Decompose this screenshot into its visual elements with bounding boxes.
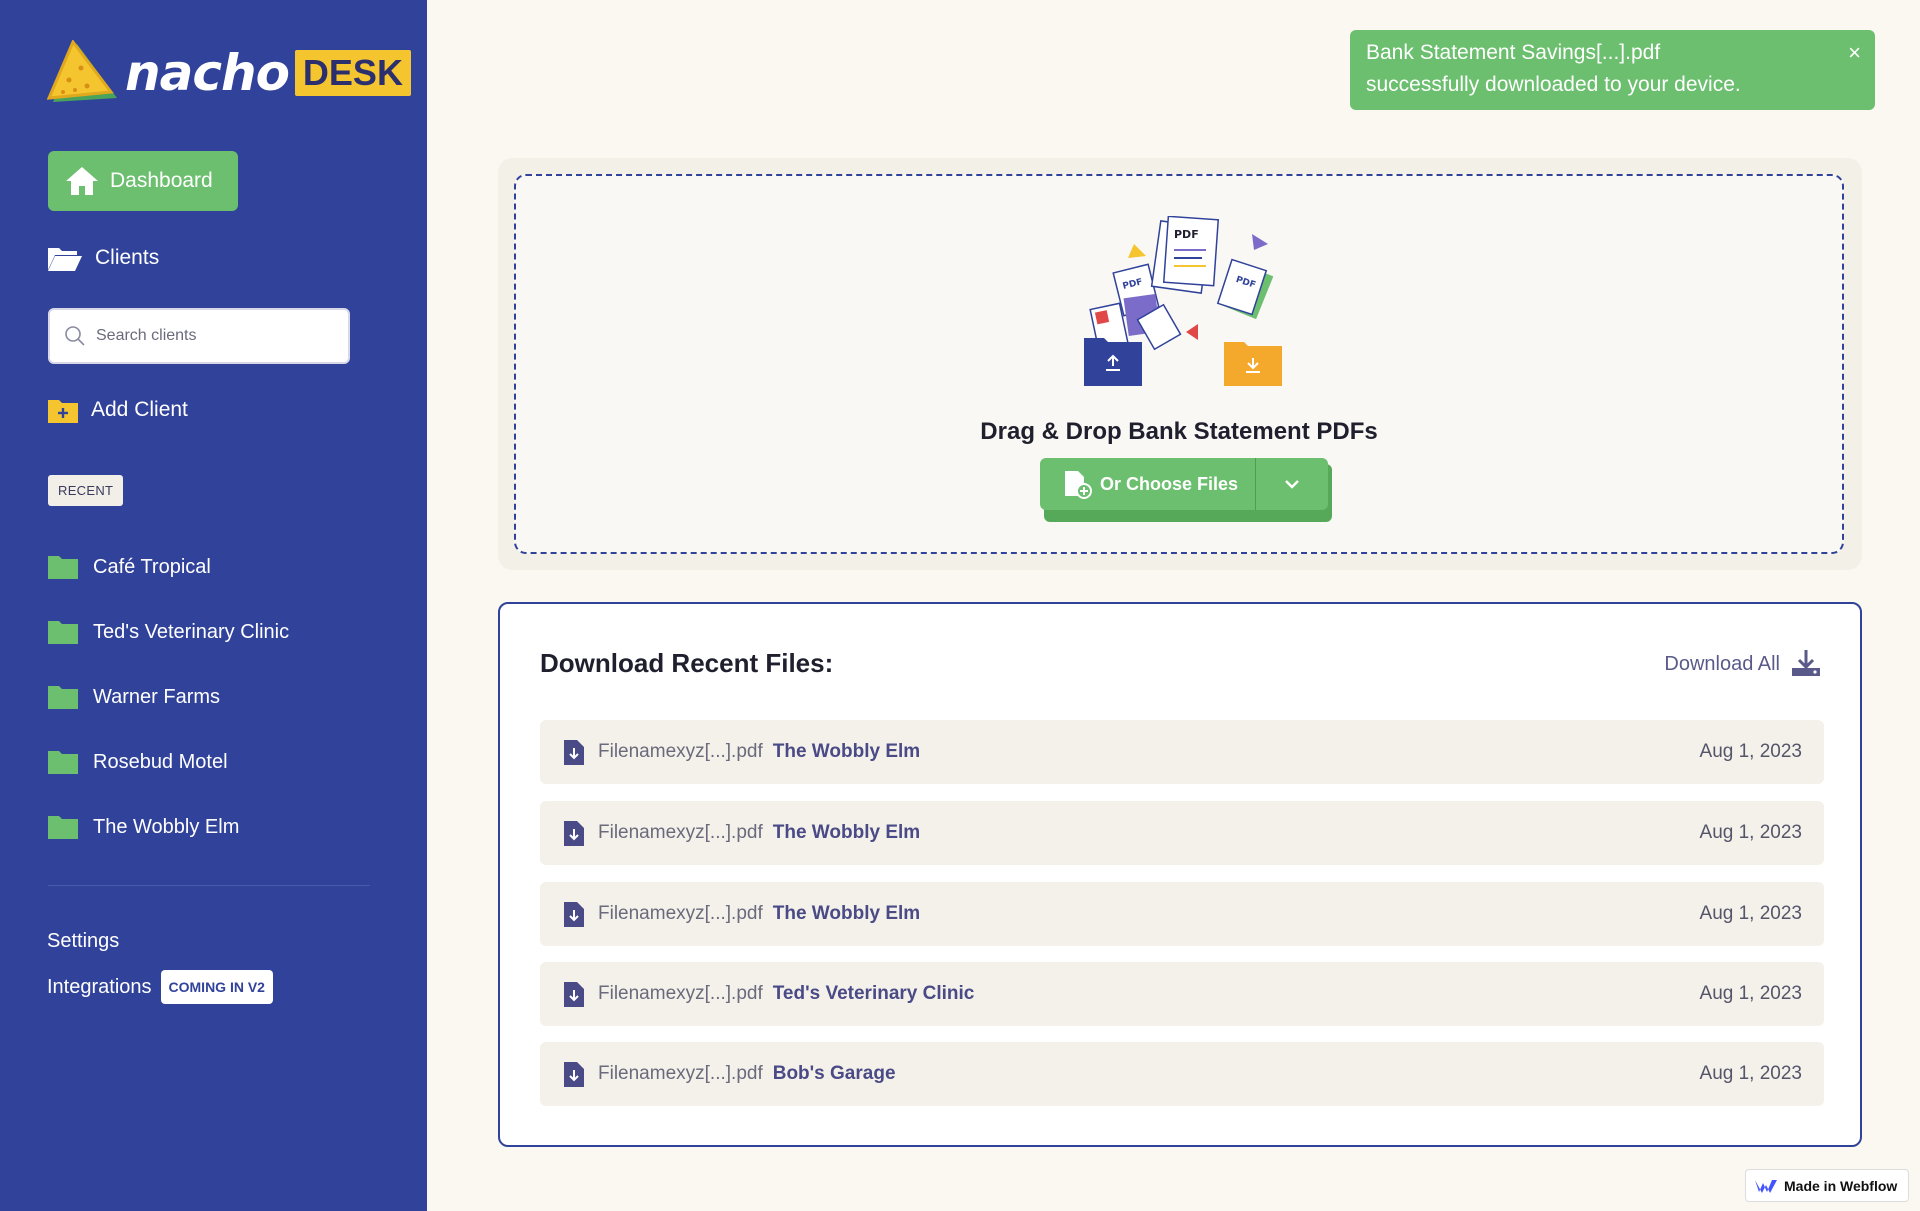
file-date: Aug 1, 2023 — [1699, 741, 1802, 762]
file-name: Filenamexyz[...].pdf — [598, 903, 763, 924]
sidebar: nacho DESK Dashboard Clients Add Client … — [0, 0, 427, 1211]
recent-client-label: Warner Farms — [93, 685, 221, 708]
chevron-down-icon — [1284, 479, 1300, 489]
nav-clients-label: Clients — [95, 246, 160, 269]
app-logo[interactable]: nacho DESK — [47, 40, 411, 106]
search-clients-input[interactable] — [96, 327, 336, 345]
file-date: Aug 1, 2023 — [1699, 903, 1802, 924]
file-row[interactable]: Filenamexyz[...].pdf The Wobbly Elm Aug … — [540, 801, 1824, 865]
file-row[interactable]: Filenamexyz[...].pdf The Wobbly Elm Aug … — [540, 720, 1824, 784]
recent-files-panel: Download Recent Files: Download All File… — [498, 602, 1862, 1147]
search-icon — [64, 325, 86, 347]
choose-files-button: Or Choose Files — [1040, 458, 1328, 510]
nav-integrations-label: Integrations — [47, 975, 152, 998]
nav-dashboard-button[interactable]: Dashboard — [48, 151, 238, 211]
logo-text-nacho: nacho — [125, 44, 290, 102]
file-client: The Wobbly Elm — [772, 822, 921, 843]
recent-client-item[interactable]: Café Tropical — [47, 554, 211, 580]
webflow-logo-icon — [1754, 1178, 1778, 1194]
drop-zone[interactable]: PDF PDF PDF Drag & Drop Bank Statement P… — [514, 174, 1844, 554]
coming-soon-badge: COMING IN V2 — [160, 970, 273, 1004]
recent-client-item[interactable]: Ted's Veterinary Clinic — [47, 619, 289, 645]
download-all-label: Download All — [1664, 652, 1780, 675]
file-row[interactable]: Filenamexyz[...].pdf Ted's Veterinary Cl… — [540, 962, 1824, 1026]
recent-client-item[interactable]: The Wobbly Elm — [47, 814, 239, 840]
folder-icon — [47, 554, 79, 580]
choose-files-label: Or Choose Files — [1100, 473, 1239, 494]
folder-icon — [47, 814, 79, 840]
file-name: Filenamexyz[...].pdf — [598, 741, 763, 762]
file-download-icon — [562, 1060, 586, 1088]
file-row[interactable]: Filenamexyz[...].pdf Bob's Garage Aug 1,… — [540, 1042, 1824, 1106]
open-folder-icon — [47, 244, 83, 272]
download-success-toast: Bank Statement Savings[...].pdf successf… — [1350, 30, 1875, 110]
recent-client-item[interactable]: Rosebud Motel — [47, 749, 228, 775]
choose-files-split-button: Or Choose Files — [1040, 458, 1332, 522]
drop-zone-title: Drag & Drop Bank Statement PDFs — [980, 418, 1378, 445]
pdf-label: PDF — [1174, 228, 1199, 241]
file-download-icon — [562, 900, 586, 928]
file-name: Filenamexyz[...].pdf — [598, 1063, 763, 1084]
close-icon[interactable]: × — [1848, 37, 1861, 69]
recent-client-item[interactable]: Warner Farms — [47, 684, 220, 710]
nav-integrations[interactable]: Integrations COMING IN V2 — [47, 970, 273, 1004]
file-date: Aug 1, 2023 — [1699, 1063, 1802, 1084]
recent-files-title: Download Recent Files: — [540, 648, 834, 678]
toast-message-line2: successfully downloaded to your device. — [1366, 73, 1741, 96]
folder-icon — [47, 684, 79, 710]
nav-dashboard-label: Dashboard — [110, 169, 213, 192]
add-file-icon — [1062, 469, 1092, 499]
home-icon — [64, 165, 100, 197]
nacho-chip-icon — [47, 40, 121, 106]
file-date: Aug 1, 2023 — [1699, 822, 1802, 843]
recent-client-label: Ted's Veterinary Clinic — [93, 620, 290, 643]
recent-client-label: Rosebud Motel — [93, 750, 228, 773]
folder-icon — [47, 619, 79, 645]
webflow-badge-label: Made in Webflow — [1784, 1177, 1898, 1194]
upload-panel: PDF PDF PDF Drag & Drop Bank Statement P… — [498, 158, 1862, 570]
file-download-icon — [562, 738, 586, 766]
file-client: Bob's Garage — [772, 1063, 896, 1084]
nav-add-client[interactable]: Add Client — [47, 396, 188, 424]
add-folder-icon — [47, 396, 79, 424]
file-client: The Wobbly Elm — [772, 903, 921, 924]
download-all-button[interactable]: Download All — [1664, 648, 1822, 680]
nav-clients[interactable]: Clients — [47, 244, 159, 272]
folder-icon — [47, 749, 79, 775]
recent-client-label: Café Tropical — [93, 555, 211, 578]
nav-settings[interactable]: Settings — [47, 930, 119, 953]
logo-text-desk: DESK — [294, 50, 411, 96]
file-client: The Wobbly Elm — [772, 741, 921, 762]
file-date: Aug 1, 2023 — [1699, 983, 1802, 1004]
file-download-icon — [562, 819, 586, 847]
made-in-webflow-badge[interactable]: Made in Webflow — [1745, 1169, 1909, 1202]
file-row[interactable]: Filenamexyz[...].pdf The Wobbly Elm Aug … — [540, 882, 1824, 946]
choose-files-dropdown[interactable] — [1256, 458, 1328, 510]
nav-add-client-label: Add Client — [91, 398, 188, 421]
file-download-icon — [562, 980, 586, 1008]
recent-client-label: The Wobbly Elm — [93, 815, 240, 838]
file-name: Filenamexyz[...].pdf — [598, 822, 763, 843]
file-name: Filenamexyz[...].pdf — [598, 983, 763, 1004]
download-icon — [1790, 648, 1822, 680]
recent-section-label: RECENT — [48, 475, 124, 506]
toast-message-line1: Bank Statement Savings[...].pdf — [1366, 41, 1661, 64]
pdf-upload-illustration-icon: PDF PDF PDF — [1074, 215, 1294, 401]
file-client: Ted's Veterinary Clinic — [772, 983, 975, 1004]
search-clients-field[interactable] — [48, 308, 350, 364]
sidebar-divider — [48, 885, 370, 886]
choose-files-main[interactable]: Or Choose Files — [1040, 458, 1256, 510]
